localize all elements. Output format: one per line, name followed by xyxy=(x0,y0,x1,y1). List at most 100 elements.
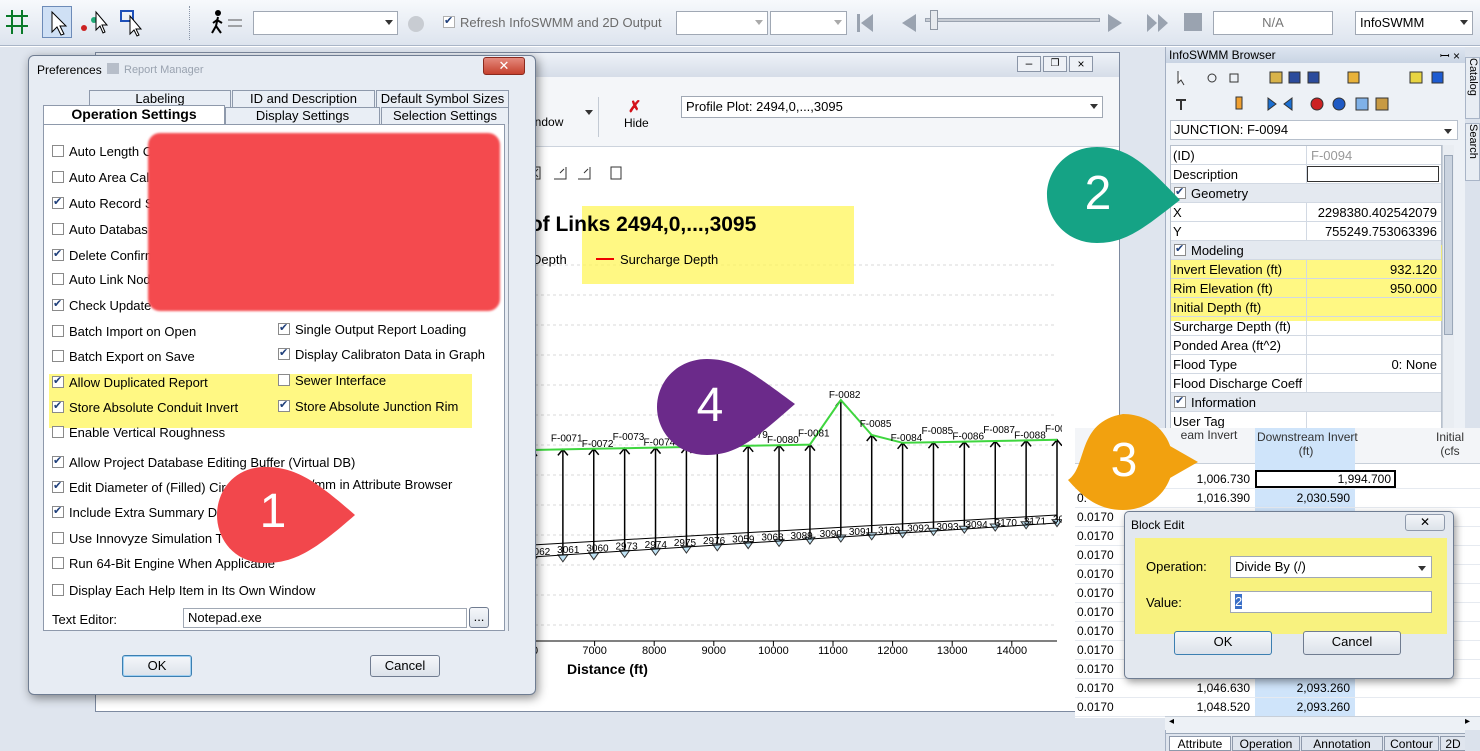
time-select-2[interactable] xyxy=(770,11,847,35)
grid-header-initial[interactable]: Initial (cfs xyxy=(1420,428,1480,464)
time-slider-thumb[interactable] xyxy=(930,10,938,30)
property-row[interactable]: Ponded Area (ft^2) xyxy=(1171,336,1441,355)
table-row[interactable]: 0.0170 1,048.520 2,093.260 xyxy=(1075,698,1480,717)
browser-tool-icons[interactable] xyxy=(1172,68,1462,116)
grid-cell-downstream-invert[interactable]: 2,093.260 xyxy=(1297,700,1350,714)
property-row[interactable]: Modeling xyxy=(1171,241,1441,260)
close-icon[interactable]: × xyxy=(1069,56,1093,72)
property-value[interactable]: 755249.753063396 xyxy=(1325,224,1437,239)
profile-plot-select[interactable]: Profile Plot: 2494,0,...,3095 xyxy=(681,96,1103,118)
option-left-5[interactable]: Auto Link Nod xyxy=(52,272,151,287)
option-right-1[interactable]: Display Calibraton Data in Graph xyxy=(278,346,485,362)
tab-annotation[interactable]: Annotation xyxy=(1301,736,1383,751)
option-left-2[interactable]: Auto Record S xyxy=(52,195,154,211)
plot-nav-icons[interactable] xyxy=(526,163,626,185)
app-select[interactable]: InfoSWMM xyxy=(1355,11,1473,35)
refresh-output-checkbox[interactable]: Refresh InfoSWMM and 2D Output xyxy=(443,14,662,30)
browser-pin-icon[interactable]: ꟷ × xyxy=(1440,47,1460,64)
first-frame-icon[interactable] xyxy=(855,12,875,37)
property-value[interactable]: 0: None xyxy=(1391,357,1437,372)
property-row[interactable]: Initial Depth (ft) xyxy=(1171,298,1441,317)
option-left-1[interactable]: Auto Area Cal xyxy=(52,170,149,185)
grid-cell-roughness[interactable]: 0.0170 xyxy=(1077,567,1114,581)
option-left-9[interactable]: Allow Duplicated Report xyxy=(52,374,208,390)
option-left-checkbox[interactable] xyxy=(52,532,64,544)
option-left-7[interactable]: Batch Import on Open xyxy=(52,324,196,339)
hide-icon[interactable]: ✗ xyxy=(628,97,641,117)
grid-hscrollbar[interactable]: ◂ ▸ xyxy=(1165,716,1480,730)
option-left-checkbox[interactable] xyxy=(52,374,64,388)
option-left-checkbox[interactable] xyxy=(52,350,64,362)
property-value[interactable]: F-0094 xyxy=(1311,148,1352,163)
section-toggle-icon[interactable] xyxy=(1174,394,1186,408)
property-row[interactable]: Y 755249.753063396 xyxy=(1171,222,1441,241)
operation-select[interactable]: Divide By (/) xyxy=(1230,556,1432,578)
option-left-checkbox[interactable] xyxy=(52,399,64,413)
tab-id-description[interactable]: ID and Description xyxy=(232,90,375,107)
grid-cell-roughness[interactable]: 0.0170 xyxy=(1077,510,1114,524)
property-row[interactable]: Flood Discharge Coeff xyxy=(1171,374,1441,393)
junction-select[interactable]: JUNCTION: F-0094 xyxy=(1170,120,1458,140)
grid-cell-roughness[interactable]: 0.0170 xyxy=(1077,605,1114,619)
option-left-checkbox[interactable] xyxy=(52,479,64,493)
property-row[interactable]: Geometry xyxy=(1171,184,1441,203)
property-scrollbar-thumb[interactable] xyxy=(1444,155,1453,335)
table-row[interactable]: 0.0170 1,046.630 2,093.260 xyxy=(1075,679,1480,698)
hide-button-label[interactable]: Hide xyxy=(624,116,649,130)
property-row[interactable]: (ID) F-0094 xyxy=(1171,146,1441,165)
grid-cell-roughness[interactable]: 0.0170 xyxy=(1077,624,1114,638)
section-toggle-icon[interactable] xyxy=(1174,242,1186,256)
grid-cell-upstream-invert[interactable]: 1,006.730 xyxy=(1197,472,1250,486)
option-right-checkbox[interactable] xyxy=(278,374,290,386)
option-left-6[interactable]: Check Update xyxy=(52,297,151,313)
property-row[interactable]: Flood Type 0: None xyxy=(1171,355,1441,374)
minimize-icon[interactable]: – xyxy=(1017,56,1041,72)
grid-cell-upstream-invert[interactable]: 1,048.520 xyxy=(1197,700,1250,714)
side-tab-catalog[interactable]: Catalog xyxy=(1465,57,1480,119)
option-right-checkbox[interactable] xyxy=(278,346,290,360)
option-left-11[interactable]: Enable Vertical Roughness xyxy=(52,425,225,440)
grid-snap-icon[interactable] xyxy=(2,6,32,38)
property-value[interactable]: 932.120 xyxy=(1390,262,1437,277)
scroll-right-icon[interactable]: ▸ xyxy=(1465,716,1470,727)
restore-icon[interactable]: ❐ xyxy=(1043,56,1067,72)
grid-cell-downstream-invert[interactable]: 2,093.260 xyxy=(1297,681,1350,695)
option-left-checkbox[interactable] xyxy=(52,325,64,337)
window-dropdown-icon[interactable] xyxy=(585,110,593,115)
option-right-2[interactable]: Sewer Interface xyxy=(278,373,386,388)
property-row[interactable]: Information xyxy=(1171,393,1441,412)
property-row[interactable]: Rim Elevation (ft) 950.000 xyxy=(1171,279,1441,298)
value-input[interactable]: 2 xyxy=(1230,591,1432,613)
walking-person-icon[interactable] xyxy=(208,6,242,38)
grid-header-downstream[interactable]: Downstream Invert (ft) xyxy=(1257,428,1358,464)
side-tab-search[interactable]: Search xyxy=(1465,123,1480,181)
option-right-checkbox[interactable] xyxy=(278,398,290,412)
window-button-label[interactable]: indow xyxy=(532,115,563,129)
stop-icon[interactable] xyxy=(1184,13,1202,31)
block-edit-ok-button[interactable]: OK xyxy=(1174,631,1272,655)
prefs-close-button[interactable]: ✕ xyxy=(483,57,525,75)
option-left-4[interactable]: Delete Confirm xyxy=(52,247,156,263)
option-left-checkbox[interactable] xyxy=(52,557,64,569)
property-row[interactable]: X 2298380.402542079 xyxy=(1171,203,1441,222)
option-left-0[interactable]: Auto Length C xyxy=(52,144,152,159)
tab-2d[interactable]: 2D xyxy=(1440,736,1466,751)
option-left-checkbox[interactable] xyxy=(52,584,64,596)
grid-cell-roughness[interactable]: 0.0170 xyxy=(1077,662,1114,676)
grid-cell-roughness[interactable]: 0.0170 xyxy=(1077,548,1114,562)
option-right-checkbox[interactable] xyxy=(278,321,290,335)
option-left-checkbox[interactable] xyxy=(52,145,64,157)
text-editor-input[interactable]: Notepad.exe xyxy=(183,608,467,628)
option-left-14[interactable]: Include Extra Summary De xyxy=(52,504,224,520)
browse-button[interactable]: ... xyxy=(469,607,489,628)
tab-attribute[interactable]: Attribute xyxy=(1169,736,1231,751)
property-value[interactable]: 2298380.402542079 xyxy=(1318,205,1437,220)
property-row[interactable]: Surcharge Depth (ft) xyxy=(1171,317,1441,336)
option-left-13[interactable]: Edit Diameter of (Filled) Circ xyxy=(52,479,232,495)
option-left-15[interactable]: Use Innovyze Simulation T xyxy=(52,531,223,546)
tab-operation-settings[interactable]: Operation Settings xyxy=(43,105,225,125)
grid-cell-downstream-invert[interactable]: 1,994.700 xyxy=(1255,470,1396,488)
option-left-checkbox[interactable] xyxy=(52,171,64,183)
property-row[interactable]: Description xyxy=(1171,165,1441,184)
grid-cell-roughness[interactable]: 0.0170 xyxy=(1077,700,1114,714)
